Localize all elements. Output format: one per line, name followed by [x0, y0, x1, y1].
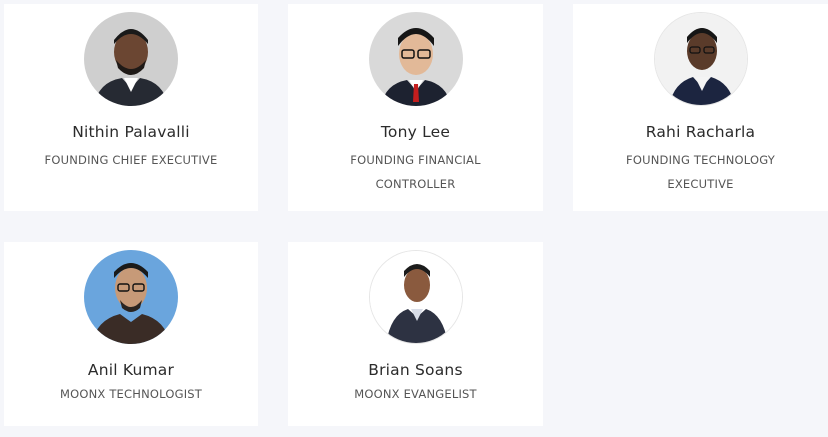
avatar — [368, 250, 463, 344]
member-role: FOUNDING TECHNOLOGY EXECUTIVE — [626, 153, 775, 191]
team-grid: Nithin Palavalli FOUNDING CHIEF EXECUTIV… — [0, 0, 828, 437]
avatar — [368, 12, 463, 106]
member-name: Anil Kumar — [87, 361, 175, 379]
member-role: MOONX TECHNOLOGIST — [59, 387, 203, 401]
member-name: Brian Soans — [368, 361, 463, 379]
member-role: FOUNDING FINANCIAL CONTROLLER — [350, 153, 481, 191]
person-photo-icon — [369, 251, 462, 343]
member-name: Rahi Racharla — [645, 123, 756, 141]
person-photo-icon — [84, 12, 178, 106]
team-card: Rahi Racharla FOUNDING TECHNOLOGY EXECUT… — [573, 4, 828, 211]
avatar — [653, 12, 748, 106]
avatar — [84, 12, 178, 106]
team-card: Brian Soans MOONX EVANGELIST — [288, 242, 543, 426]
person-photo-icon — [84, 250, 178, 344]
person-photo-icon — [368, 12, 463, 106]
avatar — [84, 250, 178, 344]
member-role: MOONX EVANGELIST — [354, 387, 477, 401]
team-card: Nithin Palavalli FOUNDING CHIEF EXECUTIV… — [4, 4, 258, 211]
member-name: Nithin Palavalli — [72, 123, 190, 141]
member-name: Tony Lee — [380, 123, 451, 141]
team-card: Tony Lee FOUNDING FINANCIAL CONTROLLER — [288, 4, 543, 211]
member-role: FOUNDING CHIEF EXECUTIVE — [44, 153, 218, 167]
person-photo-icon — [654, 13, 747, 105]
team-card: Anil Kumar MOONX TECHNOLOGIST — [4, 242, 258, 426]
